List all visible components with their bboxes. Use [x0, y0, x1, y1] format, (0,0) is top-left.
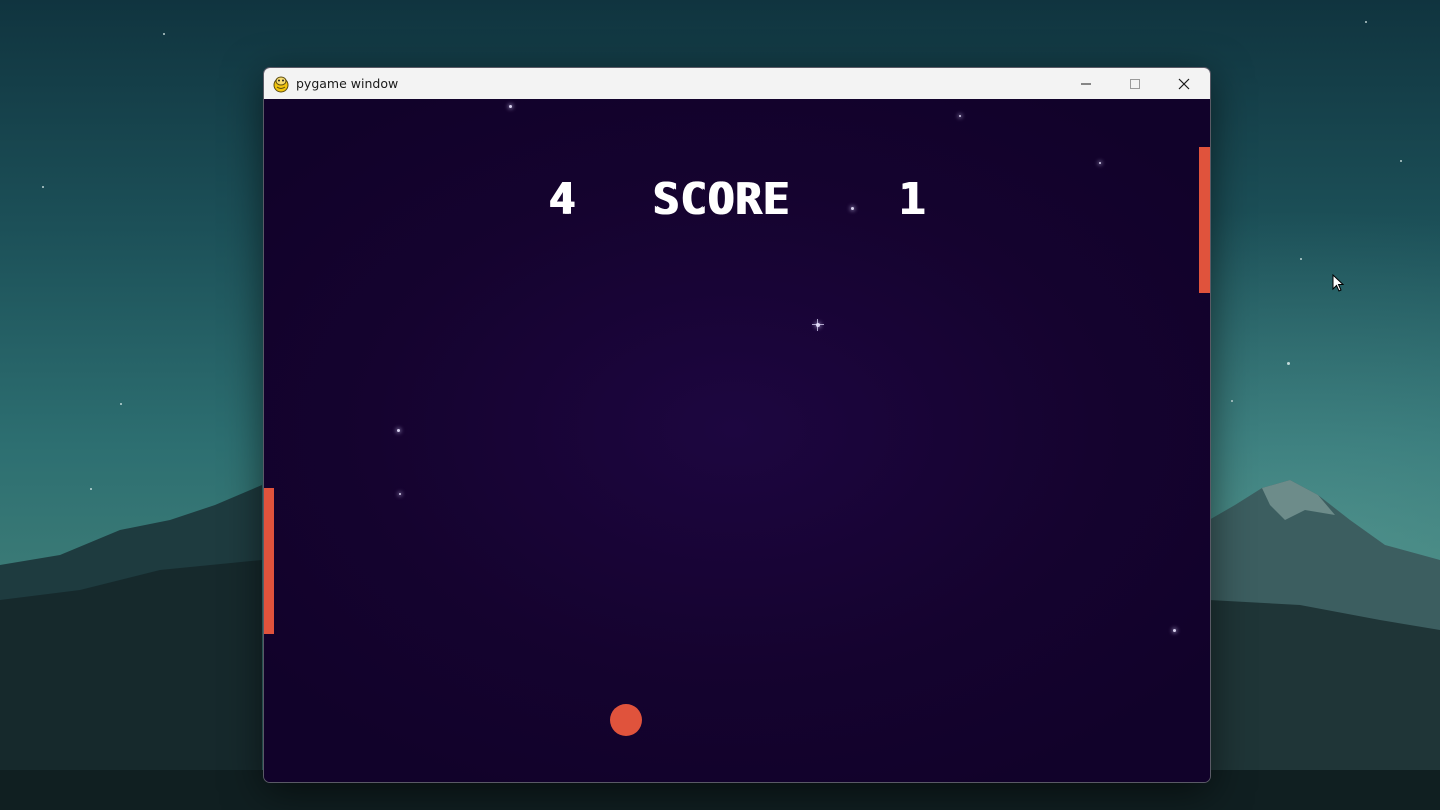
- pygame-snake-icon: [273, 76, 289, 92]
- star: [397, 429, 400, 432]
- star: [959, 115, 961, 117]
- pygame-window[interactable]: pygame window 4 SCORE 1: [263, 67, 1211, 783]
- window-titlebar[interactable]: pygame window: [264, 68, 1210, 99]
- game-canvas[interactable]: 4 SCORE 1: [264, 99, 1210, 782]
- maximize-button[interactable]: [1110, 68, 1159, 99]
- star: [812, 319, 824, 331]
- minimize-icon: [1080, 83, 1091, 84]
- close-icon: [1178, 78, 1189, 89]
- score-right: 1: [898, 174, 926, 225]
- ball: [610, 704, 642, 736]
- star: [1173, 629, 1176, 632]
- window-title: pygame window: [296, 76, 399, 91]
- star: [509, 105, 512, 108]
- star: [399, 493, 401, 495]
- score-left: 4: [548, 174, 576, 225]
- maximize-icon: [1129, 78, 1140, 89]
- right-paddle: [1199, 147, 1210, 293]
- close-button[interactable]: [1159, 68, 1208, 99]
- left-paddle: [264, 488, 274, 634]
- minimize-button[interactable]: [1061, 68, 1110, 99]
- score-label: SCORE: [652, 174, 790, 225]
- score-display: 4 SCORE 1: [264, 175, 1210, 225]
- mouse-cursor-icon: [1332, 274, 1345, 292]
- star: [1099, 162, 1101, 164]
